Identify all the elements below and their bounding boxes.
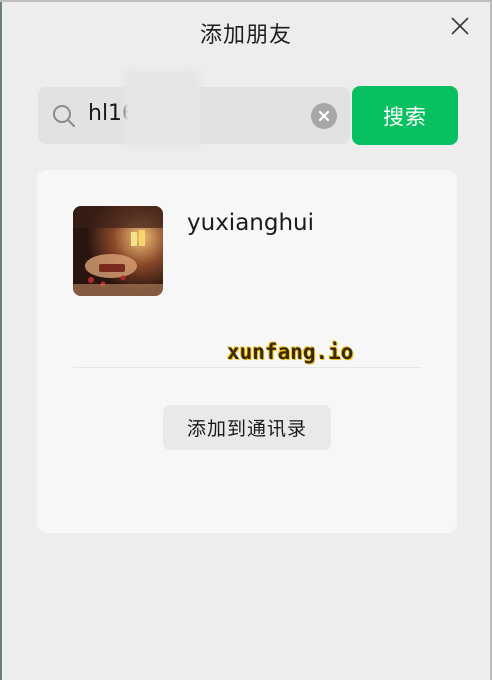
search-result-card: yuxianghui xunfang.io 添加到通讯录 [37, 170, 457, 533]
avatar[interactable] [73, 206, 163, 296]
result-username: yuxianghui [187, 210, 315, 236]
search-icon [52, 104, 76, 132]
window-left-edge [0, 0, 2, 680]
divider [73, 367, 421, 368]
add-to-contacts-button[interactable]: 添加到通讯录 [163, 405, 331, 450]
watermark-text: xunfang.io [227, 340, 354, 364]
search-button[interactable]: 搜索 [352, 86, 458, 145]
close-icon[interactable] [448, 14, 472, 38]
dialog-title: 添加朋友 [199, 23, 292, 48]
privacy-blur-overlay [124, 70, 200, 147]
window-top-edge [0, 0, 492, 2]
clear-icon[interactable] [311, 103, 337, 129]
search-input[interactable]: hl16 [38, 70, 350, 147]
